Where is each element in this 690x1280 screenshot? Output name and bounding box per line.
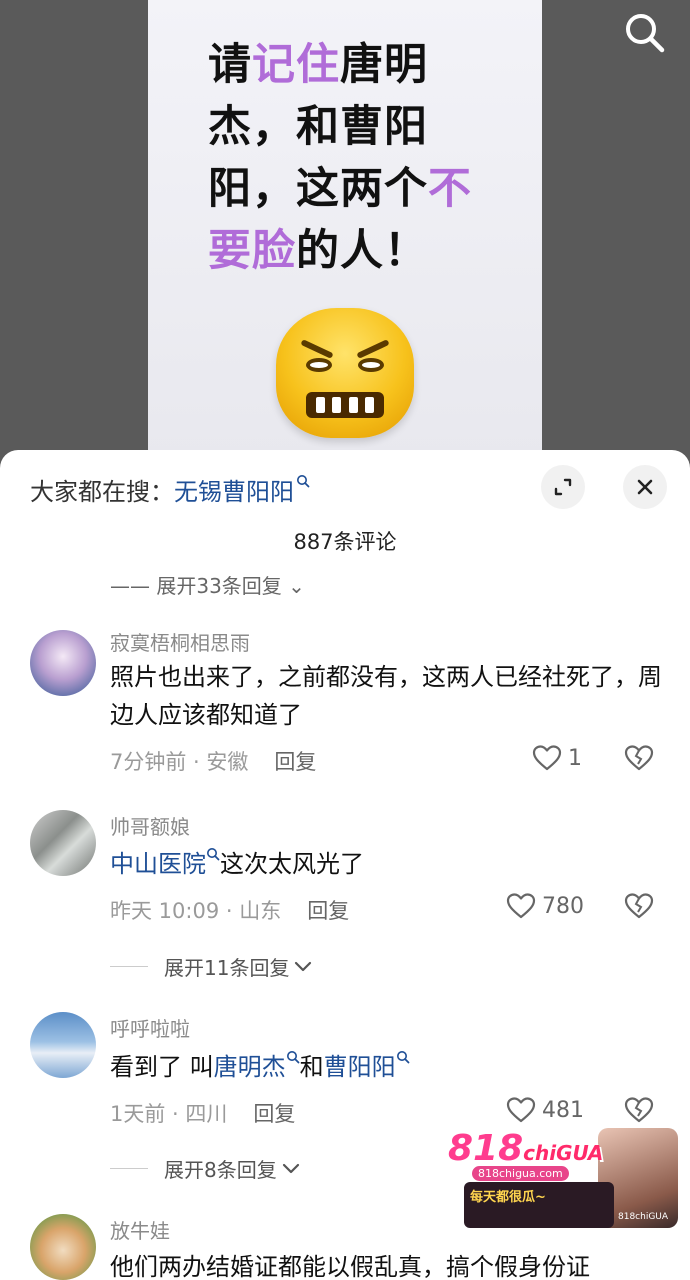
avatar[interactable] — [30, 630, 96, 696]
avatar[interactable] — [30, 810, 96, 876]
heart-icon — [506, 893, 536, 919]
divider-line — [110, 1168, 148, 1169]
overlay-line-3: 阳，这两个不 — [208, 158, 508, 220]
expand-replies-button[interactable]: 展开11条回复 — [110, 952, 313, 981]
video-player[interactable]: 请记住唐明 杰，和曹阳 阳，这两个不 要脸的人！ — [0, 0, 690, 470]
search-small-icon — [286, 1051, 300, 1064]
overlay-seg: 请 — [208, 40, 252, 90]
comment-sheet-header: 大家都在搜：无锡曹阳阳 887条评论 — [0, 450, 690, 562]
comment-meta: 昨天 10:09 · 山东 回复 — [110, 895, 349, 925]
close-icon — [637, 479, 653, 495]
like-count: 1 — [568, 745, 582, 771]
dislike-icon[interactable] — [624, 744, 654, 772]
comment-text: 中山医院 这次太风光了 — [110, 845, 670, 883]
watermark-logo-suffix: chiGUA — [523, 1141, 604, 1165]
avatar[interactable] — [30, 1012, 96, 1078]
comment-text: 照片也出来了，之前都没有，这两人已经社死了，周边人应该都知道了 — [110, 663, 662, 729]
watermark-tag: 818chiGUA — [618, 1212, 669, 1222]
overlay-seg: 记住 — [252, 40, 340, 90]
overlay-seg: 的人！ — [296, 226, 428, 276]
overlay-line-4: 要脸的人！ — [208, 220, 508, 282]
search-small-icon — [396, 1051, 410, 1064]
watermark-logo-number: 818 — [448, 1128, 524, 1169]
expand-replies-label: 展开11条回复 — [164, 956, 290, 980]
overlay-seg: 杰，和曹阳 — [208, 102, 428, 152]
overlay-seg: 要脸 — [208, 226, 296, 276]
reply-button[interactable]: 回复 — [253, 1102, 295, 1126]
chevron-down-icon — [282, 1163, 299, 1173]
comment-text-body: 这次太风光了 — [220, 850, 364, 878]
like-count: 780 — [542, 893, 584, 919]
comment-meta: 1天前 · 四川 回复 — [110, 1098, 295, 1128]
watermark-logo: 818chiGUA 818chigua.com 每天都很瓜~ 818chiGUA — [448, 1128, 678, 1230]
comment-text-prefix: 看到了 叫 — [110, 1053, 214, 1081]
comment-username[interactable]: 寂寞梧桐相思雨 — [110, 627, 250, 656]
comment-username[interactable]: 帅哥额娘 — [110, 811, 190, 840]
comment-text-middle: 和 — [299, 1053, 324, 1081]
dislike-icon[interactable] — [624, 1096, 654, 1124]
reply-button[interactable]: 回复 — [307, 899, 349, 923]
comment-count: 887条评论 — [293, 530, 397, 554]
expand-replies-partial[interactable]: —— 展开33条回复 ⌄ — [110, 570, 305, 599]
overlay-line-1: 请记住唐明 — [208, 34, 508, 96]
hashtag-link[interactable]: 唐明杰 — [214, 1053, 286, 1081]
like-count: 481 — [542, 1097, 584, 1123]
close-sheet-button[interactable] — [623, 465, 667, 509]
search-button[interactable] — [620, 8, 670, 58]
video-overlay-text: 请记住唐明 杰，和曹阳 阳，这两个不 要脸的人！ — [208, 34, 508, 282]
search-small-icon — [207, 848, 220, 861]
trending-search-keyword[interactable]: 无锡曹阳阳 — [174, 478, 294, 506]
like-button[interactable]: 481 — [506, 1096, 584, 1124]
search-small-icon — [297, 475, 310, 488]
reply-button[interactable]: 回复 — [274, 750, 316, 774]
divider-line — [110, 966, 148, 967]
comment-username[interactable]: 放牛娃 — [110, 1215, 170, 1244]
expand-replies-label: 展开8条回复 — [164, 1158, 277, 1182]
overlay-line-2: 杰，和曹阳 — [208, 96, 508, 158]
comment-text: 他们两办结婚证都能以假乱真，搞个假身份证 — [110, 1253, 590, 1280]
dislike-icon[interactable] — [624, 892, 654, 920]
expand-sheet-button[interactable] — [541, 465, 585, 509]
expand-replies-button[interactable]: 展开8条回复 — [110, 1154, 301, 1183]
comment-meta: 7分钟前 · 安徽 回复 — [110, 746, 316, 776]
comment-time-location: 7分钟前 · 安徽 — [110, 750, 249, 774]
watermark-url: 818chigua.com — [472, 1166, 569, 1181]
heart-icon — [532, 745, 562, 771]
trending-search[interactable]: 大家都在搜：无锡曹阳阳 — [30, 472, 310, 507]
like-button[interactable]: 1 — [532, 744, 582, 772]
comment-username[interactable]: 呼呼啦啦 — [110, 1013, 190, 1042]
hashtag-link[interactable]: 中山医院 — [110, 850, 206, 878]
video-frame: 请记住唐明 杰，和曹阳 阳，这两个不 要脸的人！ — [148, 0, 542, 470]
avatar[interactable] — [30, 1214, 96, 1280]
watermark-slogan: 每天都很瓜~ — [470, 1190, 546, 1205]
trending-search-prefix: 大家都在搜： — [30, 478, 174, 506]
comment-item: 帅哥额娘 中山医院 这次太风光了 昨天 10:09 · 山东 回复 780 展开11… — [0, 806, 690, 986]
hashtag-link[interactable]: 曹阳阳 — [324, 1053, 396, 1081]
search-icon — [626, 14, 665, 53]
watermark-logo-text: 818chiGUA — [448, 1128, 603, 1169]
like-button[interactable]: 780 — [506, 892, 584, 920]
heart-icon — [506, 1097, 536, 1123]
expand-icon — [554, 478, 572, 496]
comment-item: 寂寞梧桐相思雨 照片也出来了，之前都没有，这两人已经社死了，周边人应该都知道了 … — [0, 622, 690, 774]
overlay-seg: 不 — [428, 164, 472, 214]
comment-time-location: 昨天 10:09 · 山东 — [110, 899, 282, 923]
comment-time-location: 1天前 · 四川 — [110, 1102, 228, 1126]
chevron-down-icon — [295, 961, 312, 971]
comment-text: 看到了 叫唐明杰 和曹阳阳 — [110, 1048, 670, 1086]
angry-emoji-icon — [276, 308, 414, 438]
overlay-seg: 唐明 — [340, 40, 428, 90]
overlay-seg: 阳，这两个 — [208, 164, 428, 214]
